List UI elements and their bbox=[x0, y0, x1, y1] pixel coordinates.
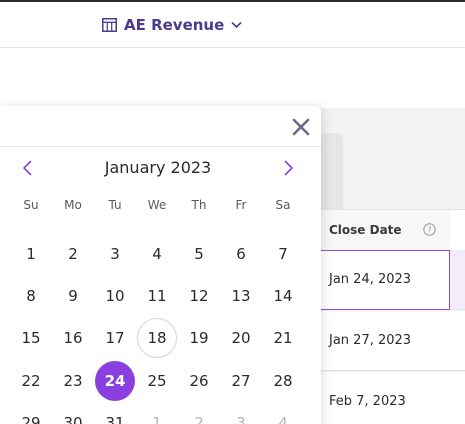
day-cell[interactable]: 20 bbox=[221, 318, 261, 358]
day-cell-today[interactable]: 18 bbox=[137, 318, 177, 358]
close-icon[interactable] bbox=[291, 117, 311, 137]
day-cell[interactable]: 3 bbox=[95, 234, 135, 274]
chevron-left-icon[interactable] bbox=[20, 159, 36, 177]
day-cell[interactable]: 29 bbox=[11, 403, 51, 424]
day-cell[interactable]: 11 bbox=[137, 276, 177, 316]
help-icon[interactable]: ? bbox=[423, 223, 436, 236]
day-cell[interactable]: 30 bbox=[53, 403, 93, 424]
svg-text:?: ? bbox=[427, 225, 431, 234]
column-header-close-date[interactable]: Close Date ? bbox=[320, 209, 450, 251]
day-cell[interactable]: 14 bbox=[263, 276, 303, 316]
month-label: January 2023 bbox=[104, 158, 212, 177]
day-cell[interactable]: 31 bbox=[95, 403, 135, 424]
weekday-label: Th bbox=[191, 198, 207, 212]
day-cell-next-month[interactable]: 2 bbox=[179, 403, 219, 424]
weekday-label: Mo bbox=[64, 198, 82, 212]
day-cell[interactable]: 25 bbox=[137, 361, 177, 401]
day-cell[interactable]: 21 bbox=[263, 318, 303, 358]
day-cell-next-month[interactable]: 1 bbox=[137, 403, 177, 424]
day-cell[interactable]: 19 bbox=[179, 318, 219, 358]
day-cell[interactable]: 1 bbox=[11, 234, 51, 274]
day-cell[interactable]: 15 bbox=[11, 318, 51, 358]
day-cell[interactable]: 6 bbox=[221, 234, 261, 274]
table-side-card bbox=[320, 133, 343, 209]
table-row-extension bbox=[450, 372, 465, 424]
weekday-label: Su bbox=[23, 198, 39, 212]
day-cell[interactable]: 5 bbox=[179, 234, 219, 274]
day-cell[interactable]: 12 bbox=[179, 276, 219, 316]
day-cell[interactable]: 8 bbox=[11, 276, 51, 316]
date-picker-popup: January 2023 Su Mo Tu We Th Fr Sa 1 2 3 … bbox=[0, 106, 321, 424]
cell-close-date: Feb 7, 2023 bbox=[329, 394, 406, 409]
day-cell[interactable]: 22 bbox=[11, 361, 51, 401]
chevron-right-icon[interactable] bbox=[280, 159, 296, 177]
day-cell[interactable]: 27 bbox=[221, 361, 261, 401]
column-header-next bbox=[450, 209, 465, 251]
date-picker-topbar bbox=[0, 106, 321, 147]
cell-close-date: Jan 27, 2023 bbox=[329, 333, 412, 348]
table-row[interactable]: Jan 24, 2023 bbox=[320, 250, 450, 310]
chevron-down-icon bbox=[231, 21, 242, 29]
toolbar-band bbox=[0, 48, 465, 108]
weekday-label: Tu bbox=[108, 198, 122, 212]
weekday-label: Sa bbox=[275, 198, 291, 212]
table-row-extension bbox=[450, 250, 465, 310]
day-cell[interactable]: 17 bbox=[95, 318, 135, 358]
day-cell[interactable]: 16 bbox=[53, 318, 93, 358]
day-cell-next-month[interactable]: 4 bbox=[263, 403, 303, 424]
day-cell[interactable]: 10 bbox=[95, 276, 135, 316]
header-divider bbox=[0, 0, 465, 2]
weekday-label: Fr bbox=[235, 198, 247, 212]
view-title: AE Revenue bbox=[124, 16, 225, 34]
column-header-label: Close Date bbox=[329, 223, 402, 237]
day-cell[interactable]: 26 bbox=[179, 361, 219, 401]
app-frame: AE Revenue Close Date ? Jan 24, 2023 Jan… bbox=[0, 0, 465, 424]
day-cell[interactable]: 7 bbox=[263, 234, 303, 274]
top-header: AE Revenue bbox=[0, 0, 465, 48]
day-cell-selected[interactable]: 24 bbox=[95, 361, 135, 401]
table-icon bbox=[102, 18, 117, 32]
view-switcher[interactable]: AE Revenue bbox=[102, 15, 242, 35]
table-row-extension bbox=[450, 311, 465, 371]
day-cell[interactable]: 13 bbox=[221, 276, 261, 316]
day-cell[interactable]: 28 bbox=[263, 361, 303, 401]
day-cell[interactable]: 23 bbox=[53, 361, 93, 401]
table-row[interactable]: Feb 7, 2023 bbox=[320, 372, 450, 424]
cell-close-date: Jan 24, 2023 bbox=[329, 272, 412, 287]
table-row[interactable]: Jan 27, 2023 bbox=[320, 311, 450, 371]
day-cell[interactable]: 2 bbox=[53, 234, 93, 274]
day-cell-next-month[interactable]: 3 bbox=[221, 403, 261, 424]
weekday-label: We bbox=[147, 198, 167, 212]
day-cell[interactable]: 9 bbox=[53, 276, 93, 316]
day-cell[interactable]: 4 bbox=[137, 234, 177, 274]
